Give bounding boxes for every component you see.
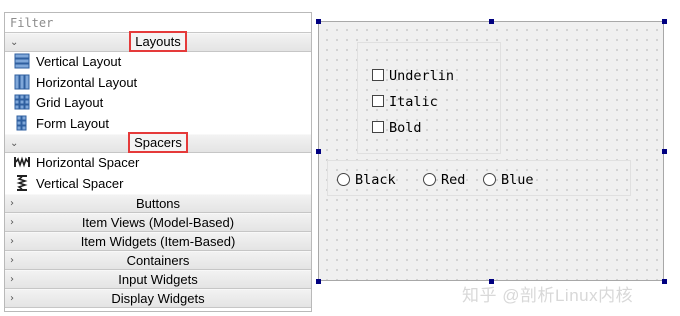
category-item-views[interactable]: › Item Views (Model-Based)	[5, 213, 311, 232]
resize-handle-bottom-right[interactable]	[662, 279, 667, 284]
black-radio[interactable]: Black	[337, 172, 396, 188]
widget-item-label: Horizontal Spacer	[36, 155, 140, 170]
widget-item-label: Vertical Layout	[36, 54, 122, 69]
italic-checkbox[interactable]: Italic	[372, 94, 438, 110]
form-layout-icon	[16, 115, 27, 130]
chevron-right-icon: ›	[10, 236, 14, 247]
filter-input[interactable]: Filter	[5, 13, 311, 33]
underline-checkbox[interactable]: Underlin	[372, 68, 454, 84]
widget-item-horizontal-spacer[interactable]: Horizontal Spacer	[5, 153, 311, 174]
category-input-widgets[interactable]: › Input Widgets	[5, 270, 311, 289]
checkbox-label: Italic	[389, 94, 438, 110]
category-label: Item Widgets (Item-Based)	[80, 234, 236, 249]
resize-handle-top[interactable]	[489, 19, 494, 24]
widget-item-label: Grid Layout	[36, 95, 104, 110]
resize-handle-top-right[interactable]	[662, 19, 667, 24]
widget-item-vertical-spacer[interactable]: Vertical Spacer	[5, 174, 311, 195]
checkbox-label: Underlin	[389, 68, 455, 84]
category-layouts[interactable]: ⌄ Layouts	[5, 31, 311, 52]
radio-circle[interactable]	[423, 173, 436, 186]
bold-checkbox[interactable]: Bold	[372, 120, 422, 136]
radio-circle[interactable]	[337, 173, 350, 186]
category-label: Spacers	[128, 132, 188, 153]
category-label: Layouts	[129, 31, 187, 52]
category-label: Display Widgets	[111, 291, 205, 306]
resize-handle-left[interactable]	[316, 149, 321, 154]
radio-label: Blue	[501, 172, 534, 188]
red-radio[interactable]: Red	[423, 172, 465, 188]
widget-item-label: Vertical Spacer	[36, 175, 124, 191]
checkbox-box[interactable]	[372, 69, 384, 81]
widget-item-label: Form Layout	[36, 115, 109, 131]
radio-label: Black	[355, 172, 396, 188]
resize-handle-right[interactable]	[662, 149, 667, 154]
horizontal-layout-icon	[14, 74, 30, 89]
vertical-spacer-icon	[16, 174, 28, 191]
category-label: Containers	[126, 253, 190, 268]
blue-radio[interactable]: Blue	[483, 172, 534, 188]
checkbox-box[interactable]	[372, 95, 384, 107]
widget-item-grid-layout[interactable]: Grid Layout	[5, 93, 311, 114]
resize-handle-bottom-left[interactable]	[316, 279, 321, 284]
checkbox-box[interactable]	[372, 121, 384, 133]
widget-item-form-layout[interactable]: Form Layout	[5, 114, 311, 135]
chevron-right-icon: ›	[10, 198, 14, 209]
watermark-text: 知乎 @剖析Linux内核	[462, 286, 634, 305]
grid-layout-icon	[14, 94, 30, 110]
category-display-widgets[interactable]: › Display Widgets	[5, 289, 311, 308]
resize-handle-top-left[interactable]	[316, 19, 321, 24]
category-buttons[interactable]: › Buttons	[5, 194, 311, 213]
chevron-down-icon: ⌄	[10, 37, 19, 48]
chevron-down-icon: ⌄	[10, 138, 19, 149]
vertical-layout-icon	[14, 53, 30, 69]
chevron-right-icon: ›	[10, 255, 14, 266]
radio-label: Red	[441, 172, 466, 188]
checkbox-label: Bold	[389, 120, 422, 136]
category-containers[interactable]: › Containers	[5, 251, 311, 270]
horizontal-spacer-icon	[14, 156, 30, 168]
chevron-right-icon: ›	[10, 274, 14, 285]
chevron-right-icon: ›	[10, 293, 14, 304]
chevron-right-icon: ›	[10, 217, 14, 228]
category-item-widgets[interactable]: › Item Widgets (Item-Based)	[5, 232, 311, 251]
category-spacers[interactable]: ⌄ Spacers	[5, 132, 311, 153]
category-label: Item Views (Model-Based)	[81, 215, 235, 230]
form-design-canvas[interactable]: Underlin Italic Bold Black Red Blue	[318, 21, 664, 281]
widget-item-label: Horizontal Layout	[36, 74, 138, 90]
widget-box-panel: Filter ⌄ Layouts Vertical Layout Horizon…	[4, 12, 312, 312]
widget-item-vertical-layout[interactable]: Vertical Layout	[5, 52, 311, 73]
category-label: Input Widgets	[118, 272, 198, 287]
widget-item-horizontal-layout[interactable]: Horizontal Layout	[5, 73, 311, 94]
radio-circle[interactable]	[483, 173, 496, 186]
category-label: Buttons	[135, 196, 181, 211]
